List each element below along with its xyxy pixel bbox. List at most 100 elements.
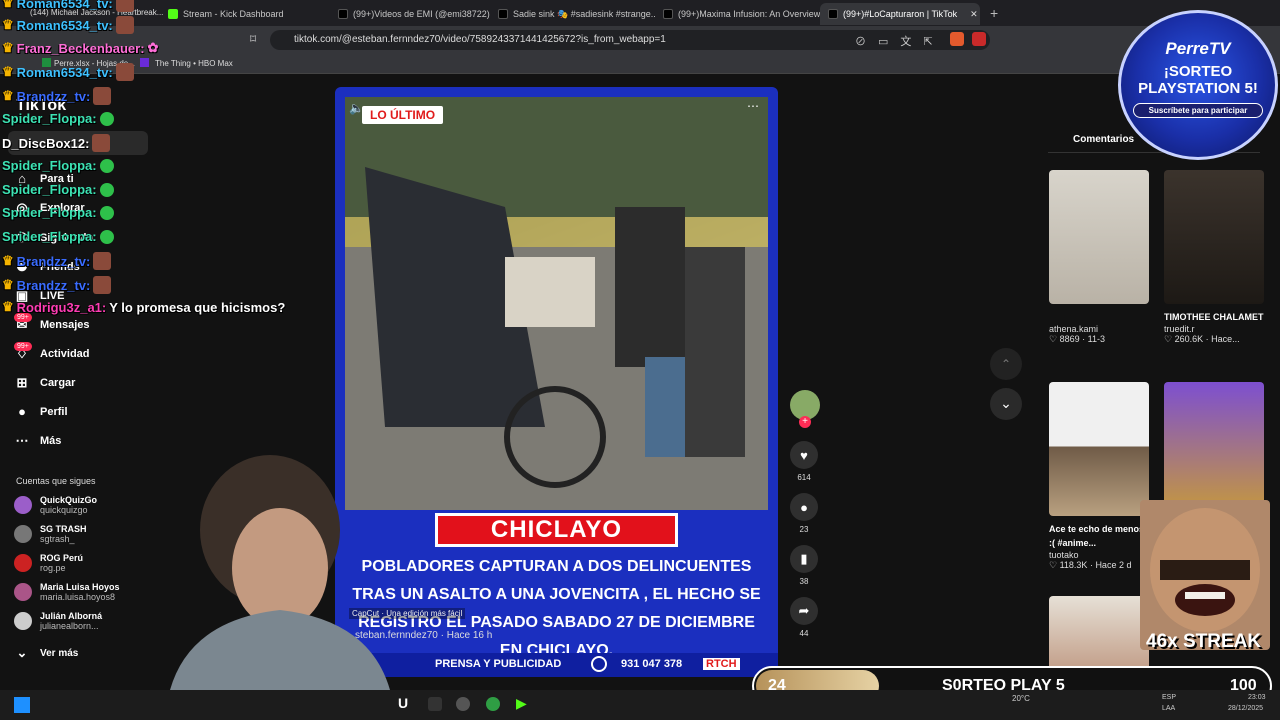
tab-emi[interactable]: (99+)Videos de EMI (@emi38722) co... [330, 3, 490, 25]
related-video-info[interactable]: TIMOTHEE CHALAMET IS O... truedit.r ♡ 26… [1164, 310, 1264, 345]
footer-phone: 931 047 378 [621, 658, 683, 670]
brave-icon[interactable] [950, 32, 964, 46]
chevron-up-icon[interactable]: ⌃ [990, 348, 1022, 380]
clock-time[interactable]: 23:03 [1248, 694, 1266, 701]
emote-icon [115, 16, 134, 34]
comment-count: 23 [799, 525, 809, 534]
following-name: ROG Perú [40, 553, 84, 563]
chat-user: Brandzz_tv: [16, 277, 91, 293]
browser-tab-bar: Stream - Kick Dashboard (99+)Videos de E… [0, 0, 1280, 26]
tiktok-icon [338, 9, 348, 19]
bookmark-star-icon[interactable]: ⌑ [250, 32, 256, 46]
related-video-thumb[interactable] [1049, 170, 1149, 304]
tab-kick[interactable]: Stream - Kick Dashboard [160, 3, 330, 25]
more-options-icon[interactable]: ⋯ [747, 99, 760, 113]
related-stats: ♡ 8869 · 11-3 [1049, 334, 1105, 344]
chat-text: Y lo promesa que hicismos? [109, 299, 286, 315]
language-indicator[interactable]: ESP [1162, 694, 1176, 701]
see-more-label: Ver más [40, 647, 79, 659]
related-author: athena.kami [1049, 324, 1099, 334]
bookmarks-bar: Perre.xlsx - Hojas de... The Thing • HBO… [0, 54, 1280, 74]
chat-message: Spider_Floppa: [2, 205, 114, 220]
following-item[interactable]: Maria Luisa Hoyos maria.luisa.hoyos8 [14, 582, 120, 602]
tab-label: (99+)Maxima Infusion: An Overview... [678, 9, 820, 19]
tiktok-icon [663, 9, 673, 19]
video-player[interactable]: 🔈 ⋯ LO ÚLTIMO CHICLAYO POBLADORES CAPTUR… [335, 87, 778, 677]
following-name: Maria Luisa Hoyos [40, 582, 120, 592]
clock-date[interactable]: 28/12/2025 [1228, 705, 1263, 712]
chat-user: Rodrigu3z_a1: [16, 299, 107, 315]
streak-label: 46x STREAK [1146, 631, 1262, 652]
bookmark-button[interactable]: ▮ 38 [790, 545, 818, 586]
video-scene [345, 97, 768, 510]
breaking-tag: LO ÚLTIMO [362, 106, 444, 124]
chat-message: Spider_Floppa: [2, 229, 114, 244]
app-terminal-icon[interactable] [428, 697, 442, 711]
tab-locapturaron[interactable]: (99+)#LoCapturaron | TikTok ✕ [820, 3, 980, 25]
avatar [14, 583, 32, 601]
see-more-button[interactable]: ⌄ Ver más [14, 645, 79, 661]
nav-cargar[interactable]: ⊞ Cargar [14, 375, 76, 391]
tiktok-icon [828, 9, 838, 19]
tab-maxima[interactable]: (99+)Maxima Infusion: An Overview... [655, 3, 820, 25]
new-tab-button[interactable]: + [990, 5, 998, 21]
extension-icons[interactable]: ⊘▭文⇱ [855, 33, 945, 49]
share-button[interactable]: ➦ 44 [790, 597, 818, 638]
frog-emote-icon [99, 205, 114, 220]
nav-perfil[interactable]: ● Perfil [14, 404, 68, 419]
app-kick-icon[interactable]: ▶ [516, 695, 527, 712]
laughing-face-icon [1150, 508, 1260, 632]
avatar [14, 496, 32, 514]
related-video-thumb[interactable] [1164, 382, 1264, 516]
footer-label: PRENSA Y PUBLICIDAD [435, 658, 562, 670]
related-video-thumb[interactable] [1164, 170, 1264, 304]
streamer-figure [170, 455, 390, 690]
chat-message: Spider_Floppa: [2, 158, 114, 173]
footer-brand: RTCH [703, 658, 740, 670]
app-obs-icon[interactable] [456, 697, 470, 711]
tab-comentarios[interactable]: Comentarios [1073, 134, 1134, 145]
nav-label: Perfil [40, 405, 68, 418]
related-video-info[interactable]: Ace te echo de menos :( #anime... tuotak… [1049, 522, 1149, 571]
related-video-info[interactable]: athena.kami ♡ 8869 · 11-3 [1049, 324, 1149, 345]
kick-icon [168, 9, 178, 19]
related-video-thumb[interactable] [1049, 382, 1149, 516]
following-item[interactable]: QuickQuizGo quickquizgo [14, 495, 97, 515]
extension-alert-icon[interactable] [972, 32, 986, 46]
following-handle: maria.luisa.hoyos8 [40, 592, 116, 602]
app-chrome-icon[interactable] [486, 697, 500, 711]
tab-sadie[interactable]: Sadie sink 🎭 #sadiesink #strange... [490, 3, 655, 25]
like-button[interactable]: ♥ 614 [790, 441, 818, 482]
related-title: TIMOTHEE CHALAMET IS O... [1164, 312, 1264, 322]
app-u-icon[interactable]: U [398, 695, 408, 711]
bookmark-count: 38 [799, 577, 809, 586]
weather-temp[interactable]: 20°C [1012, 694, 1030, 703]
follow-plus-icon[interactable]: + [799, 416, 811, 428]
following-item[interactable]: Julián Alborná julianealborn... [14, 611, 102, 631]
chat-user: Spider_Floppa: [2, 229, 97, 244]
comment-button[interactable]: ● 23 [790, 493, 818, 534]
profile-icon: ● [18, 404, 26, 419]
comment-icon: ● [790, 493, 818, 521]
language-indicator-2[interactable]: LAA [1162, 705, 1175, 712]
following-name: QuickQuizGo [40, 495, 98, 505]
close-icon[interactable]: ✕ [970, 9, 978, 20]
chat-message: Spider_Floppa: [2, 111, 114, 126]
emote-icon [93, 276, 112, 294]
video-frame [345, 97, 768, 510]
chat-message: ♛ Brandzz_tv: [2, 87, 112, 105]
following-item[interactable]: ROG Perú rog.pe [14, 553, 83, 573]
upload-icon: ⊞ [16, 375, 28, 390]
following-name: Julián Alborná [40, 611, 103, 621]
video-footer: PRENSA Y PUBLICIDAD 931 047 378 RTCH [335, 653, 778, 677]
windows-start-icon[interactable] [14, 697, 30, 713]
emote-icon [93, 87, 112, 105]
nav-label: Actividad [40, 348, 90, 360]
tiktok-icon [498, 9, 508, 19]
nav-mas[interactable]: ⋯ Más [14, 433, 62, 449]
share-count: 44 [799, 629, 809, 638]
chat-user: Spider_Floppa: [2, 111, 97, 126]
chevron-down-icon[interactable]: ⌄ [990, 388, 1022, 420]
following-item[interactable]: SG TRASH sgtrash_ [14, 524, 87, 544]
bookmark-hbo[interactable]: The Thing • HBO Max [155, 59, 233, 68]
